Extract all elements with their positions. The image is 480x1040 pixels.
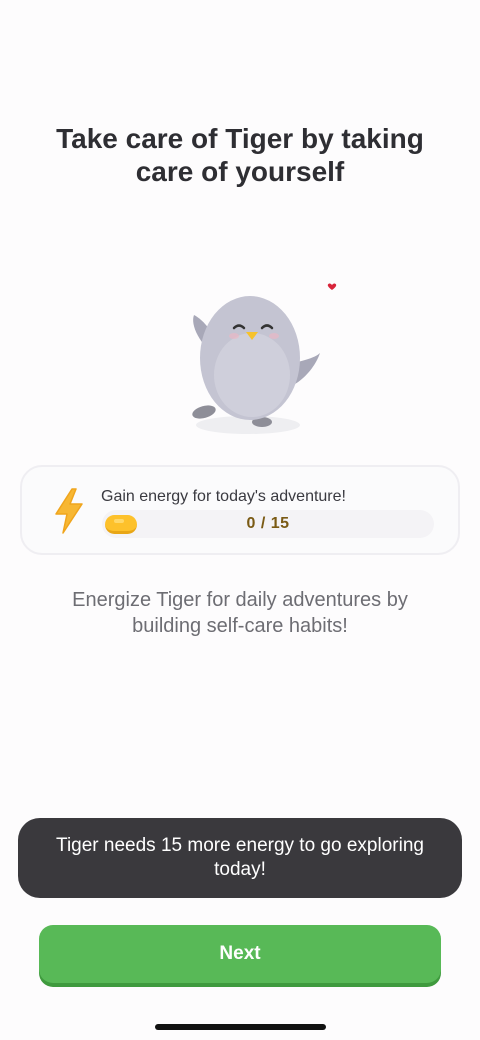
page-title: Take care of Tiger by taking care of you… [56,123,424,187]
toast-message: Tiger needs 15 more energy to go explori… [18,818,462,898]
onboarding-screen: Take care of Tiger by taking care of you… [0,0,480,1040]
energy-card: Gain energy for today's adventure! 0 / 1… [20,465,460,555]
energy-label: Gain energy for today's adventure! [101,488,346,505]
lightning-bolt-icon [55,488,83,534]
subtitle: Energize Tiger for daily adventures by b… [72,589,408,637]
toast-text: Tiger needs 15 more energy to go explori… [56,835,424,880]
energy-progress-text: 0 / 15 [246,515,290,532]
heart-icon [327,283,337,290]
energy-progress-bar: 0 / 15 [102,510,434,538]
home-indicator[interactable] [155,1024,326,1030]
penguin-mascot-icon [192,283,337,434]
next-button[interactable]: Next [39,925,441,983]
